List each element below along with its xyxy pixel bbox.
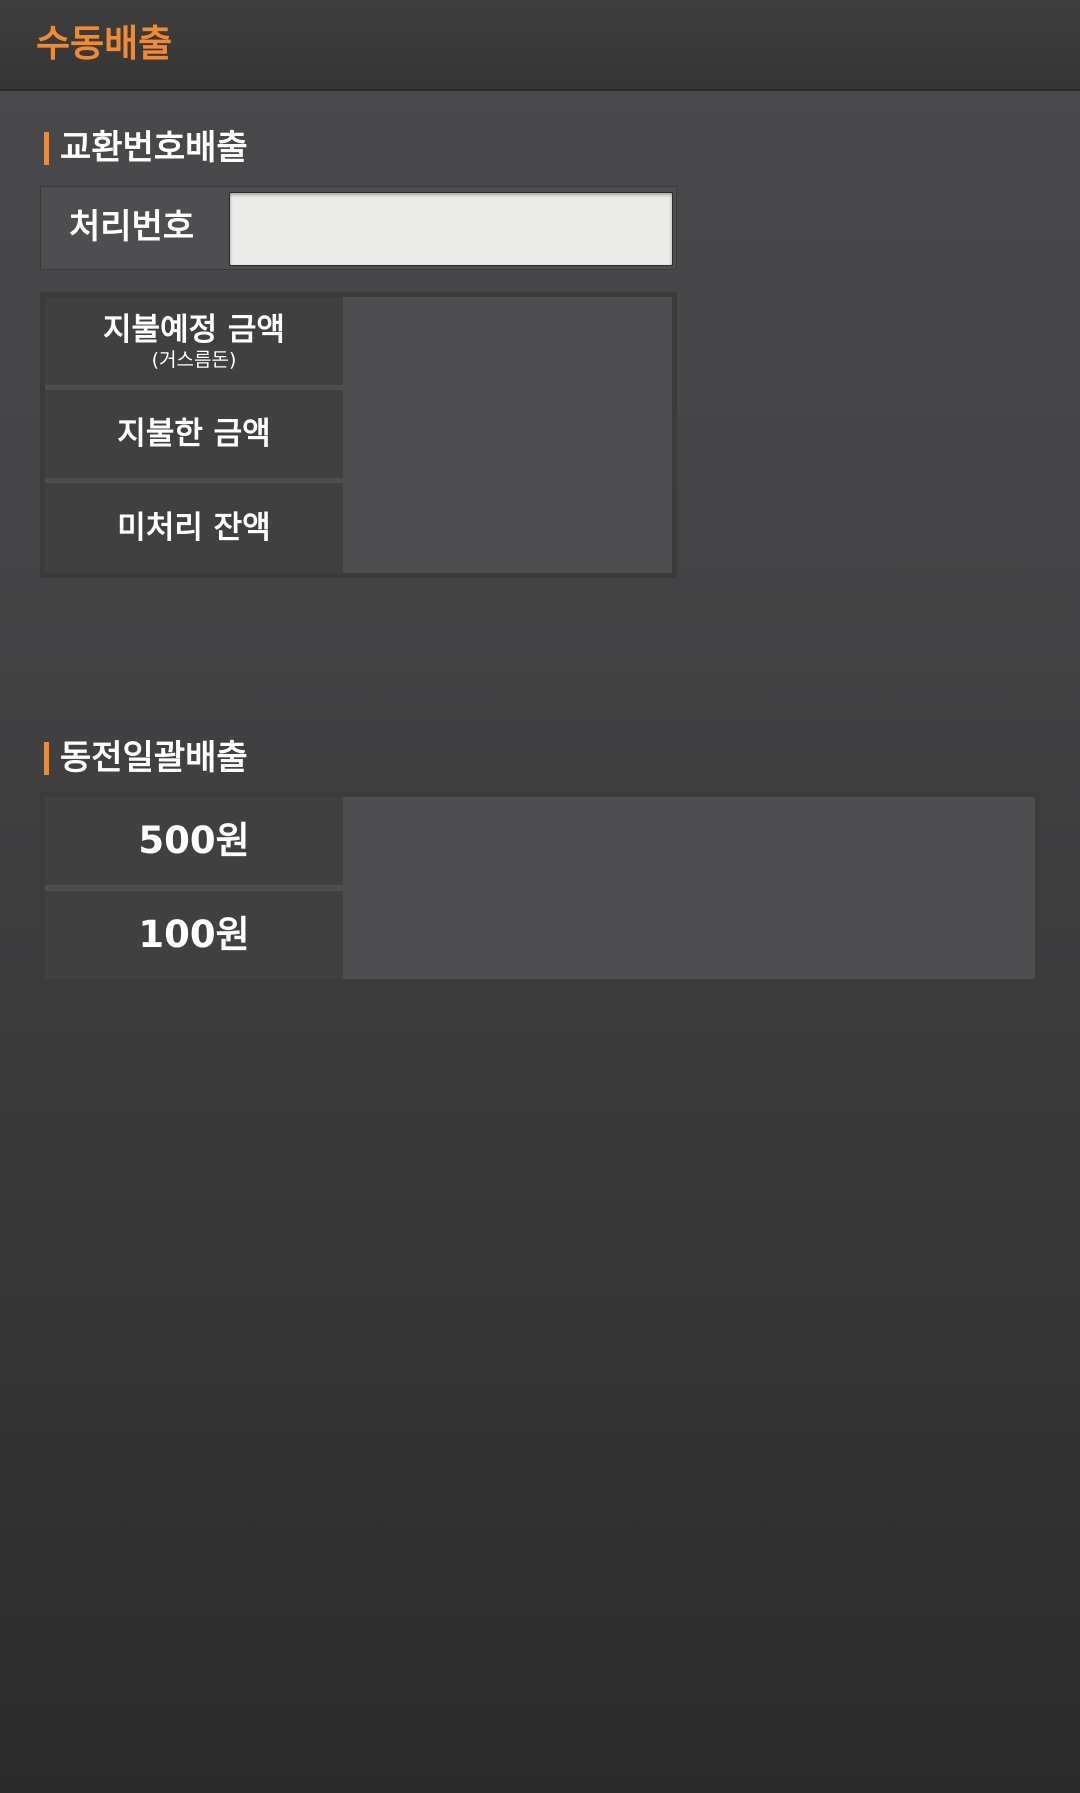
app-header: 수동배출 [0,0,1080,91]
coin-section-title: 동전일괄배출 [44,736,248,780]
paid-amount-cell: 지불한 금액 [45,390,343,478]
coin-panel: 500원 100원 [40,792,1040,984]
unprocessed-balance-cell: 미처리 잔액 [45,483,343,573]
scheduled-payment-cell: 지불예정 금액 (거스름돈) [45,297,343,385]
exchange-section-title: 교환번호배출 [44,126,248,170]
coin-100-button[interactable]: 100원 [45,891,343,979]
coin-500-button[interactable]: 500원 [45,797,343,885]
process-number-row: 처리번호 [40,186,677,270]
unprocessed-balance-value [355,483,665,573]
process-number-label: 처리번호 [69,207,195,247]
paid-amount-value [355,390,665,478]
page-title: 수동배출 [36,22,173,65]
exchange-amount-panel: 지불예정 금액 (거스름돈) 지불한 금액 미처리 잔액 [40,292,677,578]
unprocessed-balance-label: 미처리 잔액 [117,510,271,546]
scheduled-payment-sublabel: (거스름돈) [151,349,237,371]
scheduled-payment-value [355,297,665,385]
paid-amount-label: 지불한 금액 [117,416,271,452]
process-number-input[interactable] [229,192,673,266]
coin-500-label: 500원 [138,819,250,862]
coin-100-label: 100원 [138,913,250,956]
scheduled-payment-label: 지불예정 금액 [103,312,285,348]
